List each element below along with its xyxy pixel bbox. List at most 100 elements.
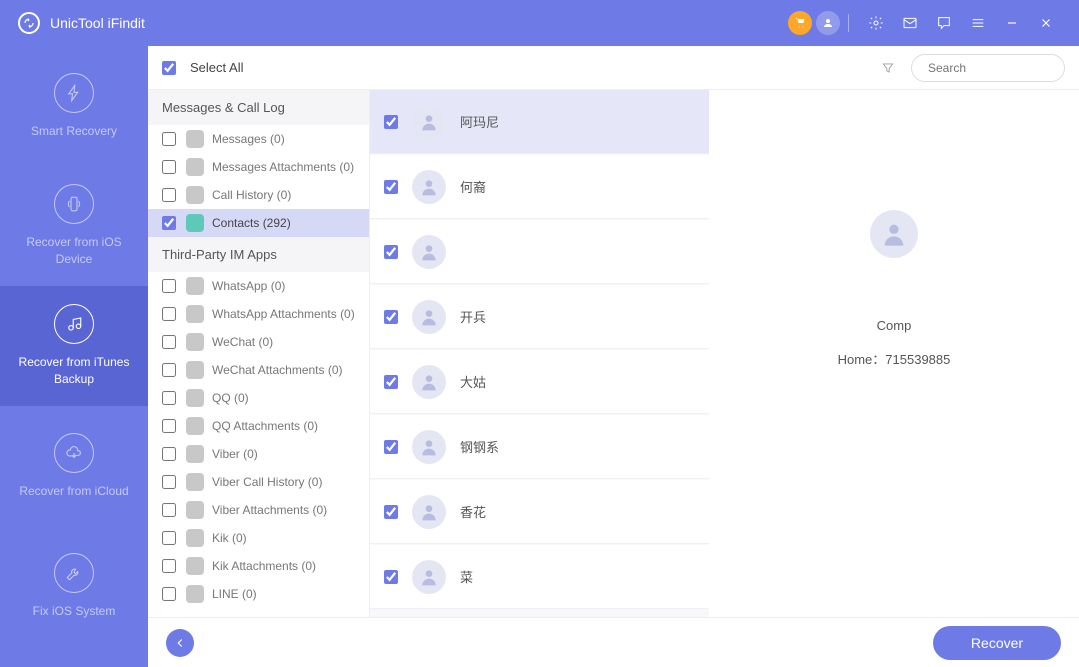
contact-row[interactable]: 阿玛尼 xyxy=(370,90,709,154)
category-row[interactable]: WhatsApp (0) xyxy=(148,272,369,300)
category-label: WeChat (0) xyxy=(212,335,355,349)
category-checkbox[interactable] xyxy=(162,335,176,349)
category-checkbox[interactable] xyxy=(162,419,176,433)
category-row[interactable]: Kik Attachments (0) xyxy=(148,552,369,580)
menu-button[interactable] xyxy=(963,8,993,38)
category-icon xyxy=(186,389,204,407)
category-checkbox[interactable] xyxy=(162,363,176,377)
category-checkbox[interactable] xyxy=(162,447,176,461)
contact-checkbox[interactable] xyxy=(384,570,398,584)
category-row[interactable]: WeChat (0) xyxy=(148,328,369,356)
search-box[interactable] xyxy=(911,54,1065,82)
contact-checkbox[interactable] xyxy=(384,505,398,519)
contact-list-pane: 阿玛尼何裔开兵大姑钢钢系香花菜 xyxy=(370,90,709,617)
category-row[interactable]: QQ (0) xyxy=(148,384,369,412)
contact-row[interactable]: 大姑 xyxy=(370,350,709,414)
search-input[interactable] xyxy=(928,61,1079,75)
contact-name: 菜 xyxy=(460,567,473,586)
contact-checkbox[interactable] xyxy=(384,375,398,389)
sidebar-item-itunes-backup[interactable]: Recover from iTunes Backup xyxy=(0,286,148,406)
contact-name: 钢钢系 xyxy=(460,437,499,456)
sidebar-item-icloud[interactable]: Recover from iCloud xyxy=(0,406,148,526)
music-icon xyxy=(54,304,94,344)
recover-button[interactable]: Recover xyxy=(933,626,1061,660)
contact-checkbox[interactable] xyxy=(384,310,398,324)
category-row[interactable]: Messages Attachments (0) xyxy=(148,153,369,181)
filter-button[interactable] xyxy=(879,59,897,77)
contact-row[interactable]: 何裔 xyxy=(370,155,709,219)
sidebar: Smart Recovery Recover from iOS Device R… xyxy=(0,46,148,667)
category-checkbox[interactable] xyxy=(162,307,176,321)
category-checkbox[interactable] xyxy=(162,188,176,202)
category-label: Kik Attachments (0) xyxy=(212,559,355,573)
category-checkbox[interactable] xyxy=(162,279,176,293)
category-checkbox[interactable] xyxy=(162,587,176,601)
sidebar-item-smart-recovery[interactable]: Smart Recovery xyxy=(0,46,148,166)
avatar xyxy=(412,235,446,269)
avatar xyxy=(412,560,446,594)
category-label: Viber (0) xyxy=(212,447,355,461)
close-button[interactable] xyxy=(1031,8,1061,38)
category-checkbox[interactable] xyxy=(162,559,176,573)
contact-row[interactable]: 香花 xyxy=(370,480,709,544)
category-checkbox[interactable] xyxy=(162,475,176,489)
category-checkbox[interactable] xyxy=(162,391,176,405)
category-checkbox[interactable] xyxy=(162,503,176,517)
contact-checkbox[interactable] xyxy=(384,180,398,194)
category-checkbox[interactable] xyxy=(162,160,176,174)
category-row[interactable]: Viber (0) xyxy=(148,440,369,468)
contact-row[interactable]: 钢钢系 xyxy=(370,415,709,479)
contact-checkbox[interactable] xyxy=(384,115,398,129)
category-checkbox[interactable] xyxy=(162,531,176,545)
category-row[interactable]: LINE (0) xyxy=(148,580,369,608)
avatar xyxy=(412,430,446,464)
category-label: Kik (0) xyxy=(212,531,355,545)
category-checkbox[interactable] xyxy=(162,216,176,230)
sidebar-item-label: Fix iOS System xyxy=(33,603,116,620)
contact-checkbox[interactable] xyxy=(384,440,398,454)
cart-button[interactable] xyxy=(788,11,812,35)
avatar xyxy=(412,495,446,529)
avatar xyxy=(412,170,446,204)
footer: Recover xyxy=(148,617,1079,667)
contact-name: 香花 xyxy=(460,502,486,521)
detail-pane: Comp Home：715539885 xyxy=(709,90,1079,617)
sidebar-item-fix-system[interactable]: Fix iOS System xyxy=(0,526,148,646)
select-all-label: Select All xyxy=(190,60,243,75)
category-row[interactable]: Kik (0) xyxy=(148,524,369,552)
contact-row[interactable]: 开兵 xyxy=(370,285,709,349)
category-label: Contacts (292) xyxy=(212,216,355,230)
category-checkbox[interactable] xyxy=(162,132,176,146)
category-group-header: Messages & Call Log xyxy=(148,90,369,125)
select-all-checkbox[interactable] xyxy=(162,61,176,75)
settings-button[interactable] xyxy=(861,8,891,38)
avatar xyxy=(412,365,446,399)
category-icon xyxy=(186,130,204,148)
account-button[interactable] xyxy=(816,11,840,35)
contact-checkbox[interactable] xyxy=(384,245,398,259)
category-row[interactable]: Viber Attachments (0) xyxy=(148,496,369,524)
content: Select All Messages & Call LogMessages (… xyxy=(148,46,1079,667)
category-row[interactable]: QQ Attachments (0) xyxy=(148,412,369,440)
minimize-button[interactable] xyxy=(997,8,1027,38)
category-label: WhatsApp Attachments (0) xyxy=(212,307,355,321)
detail-home-label: Home： xyxy=(838,352,886,367)
back-button[interactable] xyxy=(166,629,194,657)
category-label: Viber Call History (0) xyxy=(212,475,355,489)
contact-row[interactable]: 菜 xyxy=(370,545,709,609)
cloud-icon xyxy=(54,433,94,473)
category-row[interactable]: WhatsApp Attachments (0) xyxy=(148,300,369,328)
mail-button[interactable] xyxy=(895,8,925,38)
category-row[interactable]: WeChat Attachments (0) xyxy=(148,356,369,384)
category-icon xyxy=(186,473,204,491)
contact-row[interactable] xyxy=(370,220,709,284)
category-row[interactable]: Contacts (292) xyxy=(148,209,369,237)
category-row[interactable]: Viber Call History (0) xyxy=(148,468,369,496)
category-icon xyxy=(186,158,204,176)
feedback-button[interactable] xyxy=(929,8,959,38)
sidebar-item-label: Smart Recovery xyxy=(31,123,117,140)
category-row[interactable]: Messages (0) xyxy=(148,125,369,153)
category-row[interactable]: Call History (0) xyxy=(148,181,369,209)
sidebar-item-ios-device[interactable]: Recover from iOS Device xyxy=(0,166,148,286)
titlebar-divider xyxy=(848,14,849,32)
